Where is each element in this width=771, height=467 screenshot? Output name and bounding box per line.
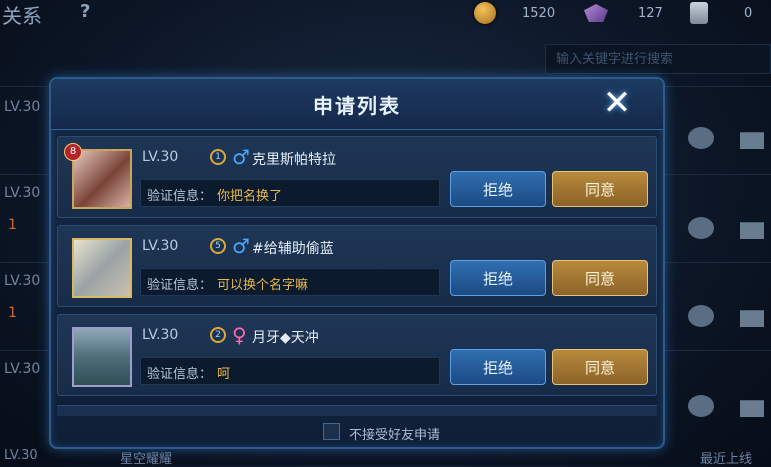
top-bar: 关系 ? 1520 127 0	[0, 0, 771, 30]
card-amount: 0	[744, 5, 753, 21]
male-icon: ♂	[232, 234, 250, 258]
verify-message: 呵	[217, 367, 231, 382]
request-name: 月牙◆天冲	[252, 330, 319, 346]
help-button[interactable]: ?	[80, 1, 90, 22]
verify-label: 验证信息：	[147, 189, 213, 204]
reject-button[interactable]: 拒绝	[450, 171, 546, 207]
reject-requests-label: 不接受好友申请	[349, 428, 441, 443]
card-icon	[690, 2, 708, 24]
reject-button[interactable]: 拒绝	[450, 349, 546, 385]
dialog-header: 申请列表 ✕	[51, 79, 663, 130]
heart-count: 1	[8, 305, 17, 321]
friend-level: LV.30	[4, 273, 41, 289]
verify-info: 验证信息： 呵	[140, 357, 440, 385]
chat-icon[interactable]	[688, 395, 714, 417]
page-title: 关系	[2, 4, 42, 28]
friend-name: 星空耀耀	[120, 452, 173, 467]
avatar[interactable]	[72, 238, 132, 298]
gift-icon[interactable]	[740, 222, 764, 239]
gem-icon	[584, 4, 608, 22]
tier-icon: 5	[210, 238, 226, 254]
dialog-title: 申请列表	[313, 94, 401, 118]
accept-button[interactable]: 同意	[552, 260, 648, 296]
avatar[interactable]	[72, 149, 132, 209]
verify-info: 验证信息： 可以换个名字嘛	[140, 268, 440, 296]
reject-button[interactable]: 拒绝	[450, 260, 546, 296]
friend-level: LV.30	[4, 185, 41, 201]
avatar[interactable]	[72, 327, 132, 387]
chat-icon[interactable]	[688, 127, 714, 149]
last-online: 最近上线	[700, 452, 753, 467]
chat-icon[interactable]	[688, 305, 714, 327]
dialog-footer: 不接受好友申请	[51, 415, 663, 449]
request-level: LV.30	[142, 327, 179, 343]
gold-coin-icon	[474, 2, 496, 24]
verify-info: 验证信息： 你把名换了	[140, 179, 440, 207]
request-name: 克里斯帕特拉	[252, 152, 336, 168]
gold-resource: 1520	[474, 2, 555, 24]
friend-level: LV.30	[4, 99, 41, 115]
bottom-friend-row: LV.30 星空耀耀 最近上线	[0, 448, 771, 467]
tier-icon: 1	[210, 149, 226, 165]
accept-button[interactable]: 同意	[552, 171, 648, 207]
male-icon: ♂	[232, 145, 250, 169]
gift-icon[interactable]	[740, 132, 764, 149]
accept-button[interactable]: 同意	[552, 349, 648, 385]
heart-count: 1	[8, 217, 17, 233]
reject-requests-checkbox[interactable]	[323, 423, 340, 440]
gold-amount: 1520	[522, 5, 556, 21]
chat-icon[interactable]	[688, 217, 714, 239]
friend-request-dialog: 申请列表 ✕ 8 LV.30 1 ♂ 克里斯帕特拉 验证信息： 你把名换了 拒绝…	[49, 77, 665, 449]
verify-label: 验证信息：	[147, 367, 213, 382]
verify-message: 你把名换了	[217, 189, 283, 204]
tier-icon: 2	[210, 327, 226, 343]
rank-badge: 8	[64, 143, 82, 161]
gift-icon[interactable]	[740, 310, 764, 327]
request-row: 8 LV.30 1 ♂ 克里斯帕特拉 验证信息： 你把名换了 拒绝 同意	[57, 136, 657, 218]
verify-label: 验证信息：	[147, 278, 213, 293]
request-level: LV.30	[142, 149, 179, 165]
verify-message: 可以换个名字嘛	[217, 278, 309, 293]
request-row: LV.30 5 ♂ #给辅助偷蓝 验证信息： 可以换个名字嘛 拒绝 同意	[57, 225, 657, 307]
female-icon: ♀	[232, 323, 247, 347]
friend-level: LV.30	[4, 361, 41, 377]
request-row: LV.30 2 ♀ 月牙◆天冲 验证信息： 呵 拒绝 同意	[57, 314, 657, 396]
gift-icon[interactable]	[740, 400, 764, 417]
gem-amount: 127	[638, 5, 663, 21]
search-input[interactable]: 输入关键字进行搜索	[545, 44, 771, 74]
close-icon[interactable]: ✕	[599, 85, 635, 121]
friend-level: LV.30	[4, 448, 38, 463]
gem-resource: 127	[584, 2, 663, 24]
card-resource: 0	[690, 2, 752, 24]
request-name: #给辅助偷蓝	[252, 241, 334, 257]
request-level: LV.30	[142, 238, 179, 254]
